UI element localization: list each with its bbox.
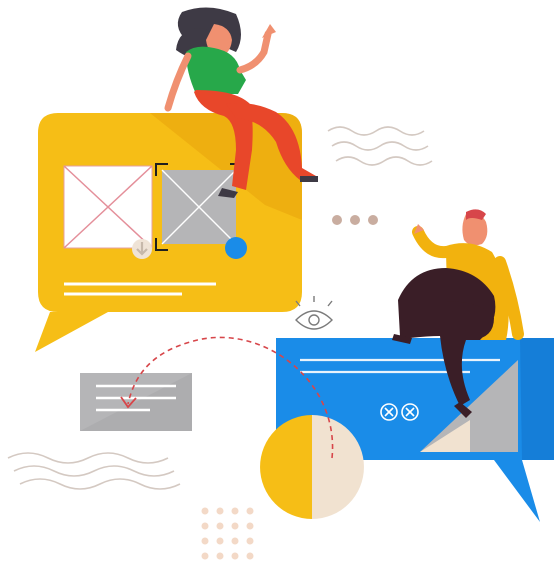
image-placeholder-icon — [63, 165, 153, 249]
wavy-lines-bottom-left — [7, 452, 181, 490]
illustration-canvas — [7, 7, 554, 560]
half-circle-shape — [260, 415, 364, 519]
eye-icon — [295, 296, 333, 330]
ellipsis-dots — [332, 215, 378, 225]
grey-card — [80, 373, 192, 431]
yellow-speech-bubble — [35, 113, 302, 352]
download-icon — [132, 239, 152, 259]
wavy-lines-top-right — [327, 126, 433, 166]
dot-grid — [201, 507, 254, 560]
